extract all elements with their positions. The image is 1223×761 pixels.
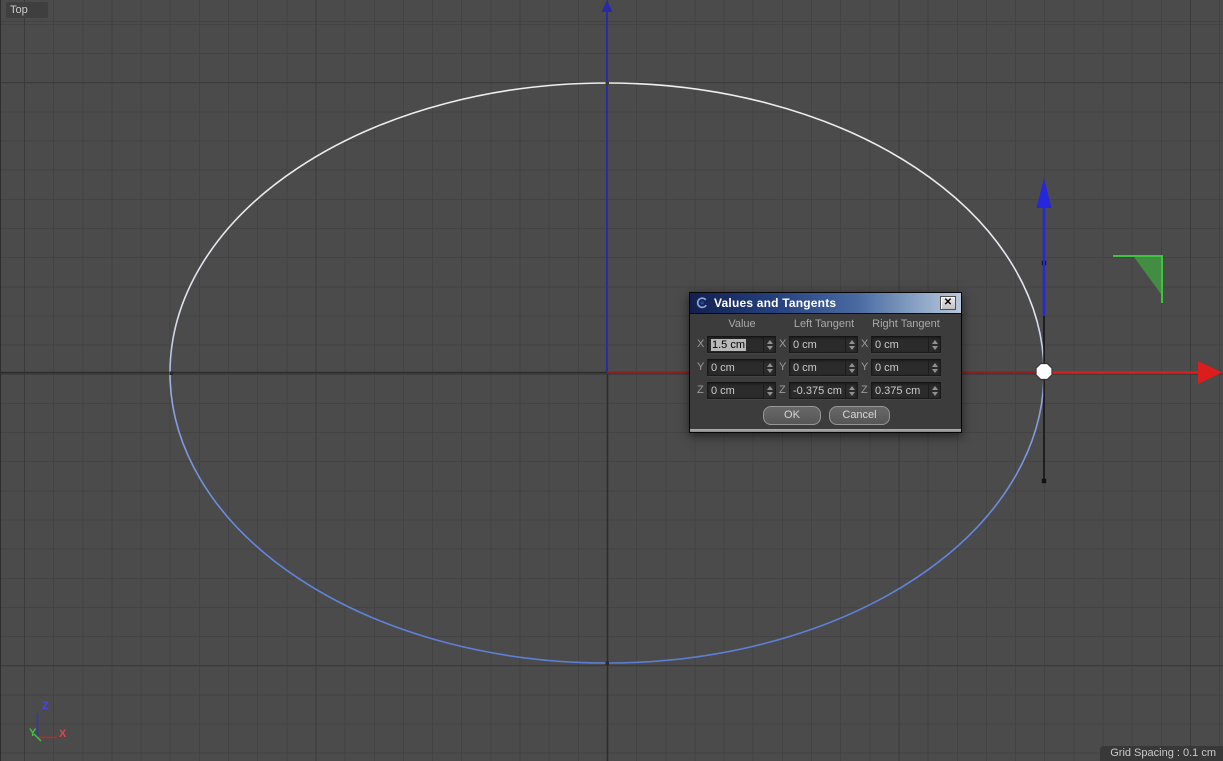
grid-spacing-status: Grid Spacing : 0.1 cm xyxy=(1100,746,1223,761)
spinner-up-icon[interactable] xyxy=(767,340,773,344)
right-tangent-x-text: 0 cm xyxy=(872,339,928,351)
viewport[interactable]: Top Z Y X Grid Spacing : 0.1 cm Values a… xyxy=(0,0,1223,761)
right-tangent-y-spinner[interactable] xyxy=(928,360,940,375)
row-z-label: Z xyxy=(697,384,707,396)
right-tangent-x-spinner[interactable] xyxy=(928,337,940,352)
tangent-handle-bottom-dot[interactable] xyxy=(1042,479,1046,483)
triad-x-label: X xyxy=(59,728,66,740)
right-tangent-z-text: 0.375 cm xyxy=(872,385,928,397)
value-y-spinner[interactable] xyxy=(763,360,775,375)
spline-point-left[interactable] xyxy=(170,372,174,376)
spinner-down-icon[interactable] xyxy=(932,346,938,350)
spinner-down-icon[interactable] xyxy=(767,392,773,396)
row-z-label: Z xyxy=(861,384,871,396)
value-y-field[interactable]: 0 cm xyxy=(707,359,776,376)
gizmo-plane-handle-triangle[interactable] xyxy=(1134,257,1161,294)
value-y-text: 0 cm xyxy=(708,362,763,374)
spline-point-bottom[interactable] xyxy=(606,662,610,666)
row-y-label: Y xyxy=(779,361,789,373)
value-z-text: 0 cm xyxy=(708,385,763,397)
right-tangent-y-field[interactable]: 0 cm xyxy=(871,359,941,376)
gizmo-x-arrow-icon[interactable] xyxy=(1198,361,1222,384)
left-tangent-x-spinner[interactable] xyxy=(845,337,857,352)
left-tangent-z-spinner[interactable] xyxy=(845,383,857,398)
value-x-text: 1.5 cm xyxy=(711,339,746,351)
spline-point-top[interactable] xyxy=(606,82,610,86)
close-icon[interactable]: ✕ xyxy=(940,296,956,310)
spinner-down-icon[interactable] xyxy=(932,369,938,373)
right-tangent-y-text: 0 cm xyxy=(872,362,928,374)
spinner-up-icon[interactable] xyxy=(932,386,938,390)
spinner-up-icon[interactable] xyxy=(849,363,855,367)
value-x-spinner[interactable] xyxy=(763,337,775,352)
triad-z-label: Z xyxy=(42,700,49,712)
values-and-tangents-dialog: Values and Tangents ✕ Value Left Tangent… xyxy=(689,292,962,433)
row-y-label: Y xyxy=(697,361,707,373)
spinner-up-icon[interactable] xyxy=(932,340,938,344)
value-z-spinner[interactable] xyxy=(763,383,775,398)
left-tangent-z-field[interactable]: -0.375 cm xyxy=(789,382,858,399)
left-tangent-x-text: 0 cm xyxy=(790,339,845,351)
column-header-right-tangent: Right Tangent xyxy=(872,318,940,330)
selected-spline-point[interactable] xyxy=(1036,364,1052,380)
right-tangent-z-spinner[interactable] xyxy=(928,383,940,398)
app-icon xyxy=(695,296,709,310)
row-x-label: X xyxy=(861,338,871,350)
spinner-down-icon[interactable] xyxy=(932,392,938,396)
spinner-down-icon[interactable] xyxy=(767,346,773,350)
right-tangent-z-field[interactable]: 0.375 cm xyxy=(871,382,941,399)
left-tangent-y-field[interactable]: 0 cm xyxy=(789,359,858,376)
row-y-label: Y xyxy=(861,361,871,373)
gizmo-z-arrow-icon[interactable] xyxy=(1037,178,1052,208)
spinner-down-icon[interactable] xyxy=(849,346,855,350)
spinner-up-icon[interactable] xyxy=(767,386,773,390)
spinner-up-icon[interactable] xyxy=(849,386,855,390)
dialog-titlebar[interactable]: Values and Tangents ✕ xyxy=(690,293,961,314)
value-x-field[interactable]: 1.5 cm xyxy=(707,336,776,353)
left-tangent-z-text: -0.375 cm xyxy=(790,385,845,397)
ok-button[interactable]: OK xyxy=(763,406,821,425)
row-z-label: Z xyxy=(779,384,789,396)
viewport-canvas[interactable] xyxy=(0,0,1223,761)
dialog-title: Values and Tangents xyxy=(714,296,935,310)
value-z-field[interactable]: 0 cm xyxy=(707,382,776,399)
dialog-bottom-edge xyxy=(690,429,961,432)
viewport-left-edge xyxy=(0,0,1,761)
spinner-down-icon[interactable] xyxy=(849,369,855,373)
column-header-left-tangent: Left Tangent xyxy=(794,318,854,330)
spinner-up-icon[interactable] xyxy=(849,340,855,344)
spinner-down-icon[interactable] xyxy=(849,392,855,396)
right-tangent-x-field[interactable]: 0 cm xyxy=(871,336,941,353)
column-header-value: Value xyxy=(728,318,755,330)
left-tangent-y-text: 0 cm xyxy=(790,362,845,374)
triad-y-label: Y xyxy=(29,727,36,739)
world-z-axis-arrow-icon xyxy=(602,0,613,12)
view-label[interactable]: Top xyxy=(6,2,48,18)
spinner-up-icon[interactable] xyxy=(767,363,773,367)
spinner-down-icon[interactable] xyxy=(767,369,773,373)
row-x-label: X xyxy=(779,338,789,350)
spinner-up-icon[interactable] xyxy=(932,363,938,367)
left-tangent-y-spinner[interactable] xyxy=(845,360,857,375)
row-x-label: X xyxy=(697,338,707,350)
left-tangent-x-field[interactable]: 0 cm xyxy=(789,336,858,353)
cancel-button[interactable]: Cancel xyxy=(829,406,890,425)
